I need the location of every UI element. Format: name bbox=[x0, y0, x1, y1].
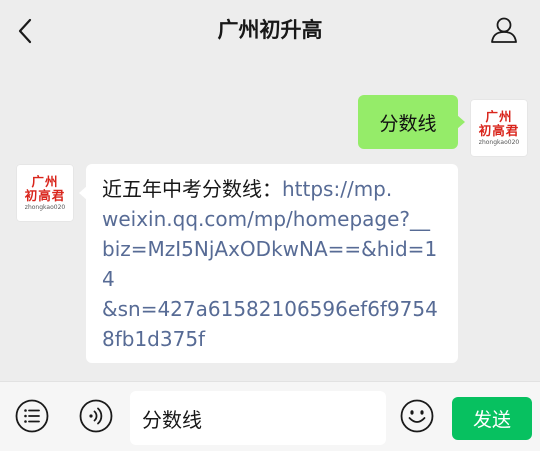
homepage-link[interactable]: 8fb1d375f bbox=[102, 324, 444, 354]
homepage-link[interactable]: 4 bbox=[102, 264, 444, 294]
homepage-link[interactable]: biz=MzI5NjAxODkwNA==&hid=1 bbox=[102, 234, 444, 264]
smile-icon bbox=[400, 399, 434, 433]
voice-button[interactable] bbox=[79, 399, 113, 433]
message-prefix-text: 近五年中考分数线： bbox=[102, 177, 282, 201]
contact-avatar[interactable]: 广州 初高君 zhongkao020 bbox=[16, 164, 74, 222]
composer-bar: 分数线 发送 bbox=[0, 381, 540, 451]
chat-title: 广州初升高 bbox=[217, 18, 323, 42]
homepage-link[interactable]: weixin.qq.com/mp/homepage?__ bbox=[102, 204, 444, 234]
emoji-button[interactable] bbox=[400, 399, 434, 433]
list-menu-icon bbox=[15, 399, 49, 433]
chat-header: 广州初升高 bbox=[0, 0, 540, 62]
voice-icon bbox=[79, 399, 113, 433]
my-avatar[interactable]: 广州 初高君 zhongkao020 bbox=[470, 99, 528, 157]
received-message-bubble: 近五年中考分数线：https://mp. weixin.qq.com/mp/ho… bbox=[79, 164, 458, 363]
chat-info-button[interactable] bbox=[488, 14, 520, 46]
menu-button[interactable] bbox=[15, 399, 49, 433]
homepage-link[interactable]: &sn=427a61582106596ef6f9754 bbox=[102, 294, 444, 324]
sent-message-text: 分数线 bbox=[379, 112, 437, 135]
homepage-link[interactable]: https://mp. bbox=[282, 177, 392, 201]
chevron-left-icon bbox=[18, 18, 32, 44]
sent-message-bubble[interactable]: 分数线 bbox=[358, 95, 465, 149]
send-button[interactable]: 发送 bbox=[452, 397, 532, 440]
user-icon bbox=[491, 17, 517, 43]
message-input[interactable]: 分数线 bbox=[130, 391, 386, 445]
back-button[interactable] bbox=[10, 15, 40, 47]
message-input-value: 分数线 bbox=[142, 407, 202, 432]
